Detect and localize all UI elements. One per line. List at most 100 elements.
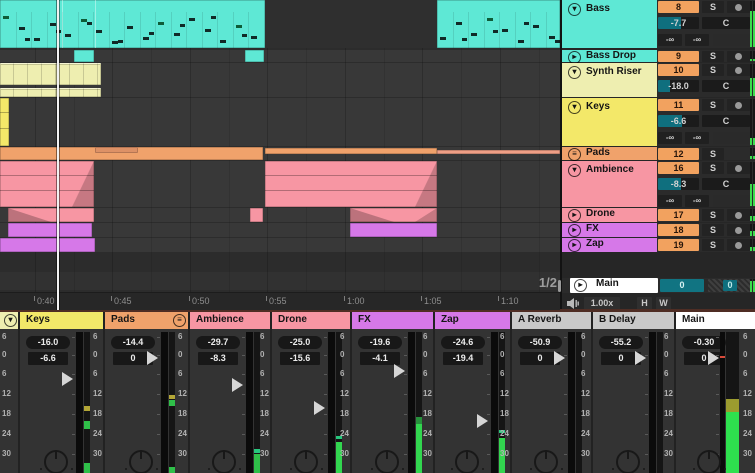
keys-clip[interactable] — [0, 98, 9, 146]
arm-button[interactable] — [727, 51, 750, 62]
mixer-header-ambience[interactable]: Ambience — [190, 312, 272, 329]
track-header-drone[interactable]: ▸Drone17S — [562, 208, 755, 222]
crossfade-box[interactable]: 0 — [708, 279, 752, 292]
solo-button[interactable]: S — [702, 99, 724, 111]
fader-track[interactable] — [246, 332, 253, 473]
bass-clip[interactable] — [0, 0, 265, 48]
fold-toggle[interactable]: ▾ — [4, 314, 17, 327]
solo-button[interactable]: S — [702, 239, 724, 251]
time-ruler[interactable]: 0:400:450:500:551:001:051:10 1/2 — [0, 292, 560, 310]
pan-knob[interactable] — [697, 450, 721, 473]
track-header-zap[interactable]: ▸Zap19S — [562, 238, 755, 252]
volume-display[interactable]: -19.4 — [443, 352, 483, 365]
synth-riser-clip[interactable] — [0, 63, 101, 85]
playhead[interactable] — [57, 0, 59, 310]
track-header-bass-drop[interactable]: ▸Bass Drop9S — [562, 50, 755, 62]
fader-handle[interactable] — [477, 414, 488, 428]
fader-handle[interactable] — [708, 351, 719, 365]
fold-toggle[interactable]: ≡ — [568, 148, 581, 161]
arm-button[interactable] — [727, 162, 750, 174]
arm-button[interactable] — [727, 209, 750, 221]
drone-clip[interactable] — [250, 208, 263, 222]
mixer-header-keys[interactable]: Keys — [20, 312, 105, 329]
mixer-header-drone[interactable]: Drone — [272, 312, 352, 329]
solo-button[interactable]: S — [702, 148, 724, 160]
fader-handle[interactable] — [232, 378, 243, 392]
arrangement-view[interactable]: 0:400:450:500:551:001:051:10 1/2 — [0, 0, 560, 310]
synth-riser-clip[interactable] — [0, 88, 101, 97]
pan-knob[interactable] — [534, 450, 558, 473]
fold-toggle[interactable]: ▸ — [568, 224, 581, 237]
fader-track[interactable] — [161, 332, 168, 473]
pan-knob[interactable] — [375, 450, 399, 473]
send-a-box[interactable]: -∞ — [658, 132, 682, 144]
volume-display[interactable]: -4.1 — [360, 352, 400, 365]
solo-button[interactable]: S — [702, 162, 724, 174]
vertical-scrollbar-nub[interactable] — [558, 280, 561, 292]
fader-track[interactable] — [720, 332, 725, 473]
solo-button[interactable]: S — [702, 224, 724, 236]
solo-button[interactable]: S — [702, 51, 724, 62]
fader-track[interactable] — [568, 332, 575, 473]
zap-clip[interactable] — [0, 238, 95, 252]
track-number-box[interactable]: 19 — [658, 239, 699, 251]
peak-level-display[interactable]: -25.0 — [278, 336, 322, 349]
drone-clip[interactable] — [350, 208, 437, 222]
bass-clip[interactable] — [437, 0, 560, 48]
volume-display[interactable]: -15.6 — [280, 352, 320, 365]
pan-knob[interactable] — [616, 450, 640, 473]
arm-button[interactable] — [727, 239, 750, 251]
pads-clip[interactable] — [95, 147, 138, 153]
pan-box[interactable]: C — [702, 17, 750, 29]
fader-track[interactable] — [649, 332, 656, 473]
track-volume-box[interactable]: -18.0 — [658, 80, 699, 92]
fader-handle[interactable] — [394, 364, 405, 378]
mixer-header-pads[interactable]: Pads≡ — [105, 312, 190, 329]
mixer-header-zap[interactable]: Zap — [435, 312, 512, 329]
solo-button[interactable]: S — [702, 209, 724, 221]
fold-toggle[interactable]: ▸ — [574, 279, 587, 292]
peak-level-display[interactable]: -16.0 — [26, 336, 70, 349]
arm-button[interactable] — [727, 224, 750, 236]
pads-clip[interactable] — [265, 148, 437, 154]
send-a-box[interactable]: -∞ — [658, 195, 682, 207]
pan-box[interactable]: C — [702, 178, 750, 190]
mixer-header-main[interactable]: Main — [676, 312, 755, 329]
pan-knob[interactable] — [294, 450, 318, 473]
pads-clip[interactable] — [437, 150, 560, 154]
fader-handle[interactable] — [147, 351, 158, 365]
solo-button[interactable]: S — [702, 1, 724, 13]
track-number-box[interactable]: 11 — [658, 99, 699, 111]
pan-knob[interactable] — [455, 450, 479, 473]
peak-level-display[interactable]: -19.6 — [358, 336, 402, 349]
send-b-box[interactable]: -∞ — [685, 132, 709, 144]
bass-drop-clip[interactable] — [245, 50, 264, 62]
peak-level-display[interactable]: -14.4 — [111, 336, 155, 349]
track-header-synth-riser[interactable]: ▾Synth Riser10S-18.0C — [562, 63, 755, 97]
pan-knob[interactable] — [212, 450, 236, 473]
track-number-box[interactable]: 16 — [658, 162, 699, 174]
fader-track[interactable] — [491, 332, 498, 473]
arm-button[interactable] — [727, 1, 750, 13]
fader-handle[interactable] — [635, 351, 646, 365]
track-volume-box[interactable]: -7.7 — [658, 17, 699, 29]
fx-clip[interactable] — [8, 223, 92, 237]
track-header-keys[interactable]: ▾Keys11S-6.6C-∞-∞ — [562, 98, 755, 146]
track-number-box[interactable]: 18 — [658, 224, 699, 236]
send-a-box[interactable]: -∞ — [658, 34, 682, 46]
track-header-bass[interactable]: ▾Bass8S-7.7C-∞-∞ — [562, 0, 755, 48]
fold-toggle[interactable]: ▾ — [568, 101, 581, 114]
fold-toggle[interactable]: ▾ — [568, 164, 581, 177]
fold-toggle[interactable]: ▾ — [568, 66, 581, 79]
track-volume-box[interactable]: -8.3 — [658, 178, 699, 190]
peak-level-display[interactable]: -24.6 — [441, 336, 485, 349]
fader-track[interactable] — [328, 332, 335, 473]
arm-button[interactable] — [727, 64, 750, 76]
fx-clip[interactable] — [350, 223, 437, 237]
send-b-box[interactable]: -∞ — [685, 195, 709, 207]
track-volume-box[interactable]: -6.6 — [658, 115, 699, 127]
pan-knob[interactable] — [44, 450, 68, 473]
volume-display[interactable]: -6.6 — [28, 352, 68, 365]
fader-handle[interactable] — [554, 351, 565, 365]
peak-level-display[interactable]: -55.2 — [599, 336, 643, 349]
